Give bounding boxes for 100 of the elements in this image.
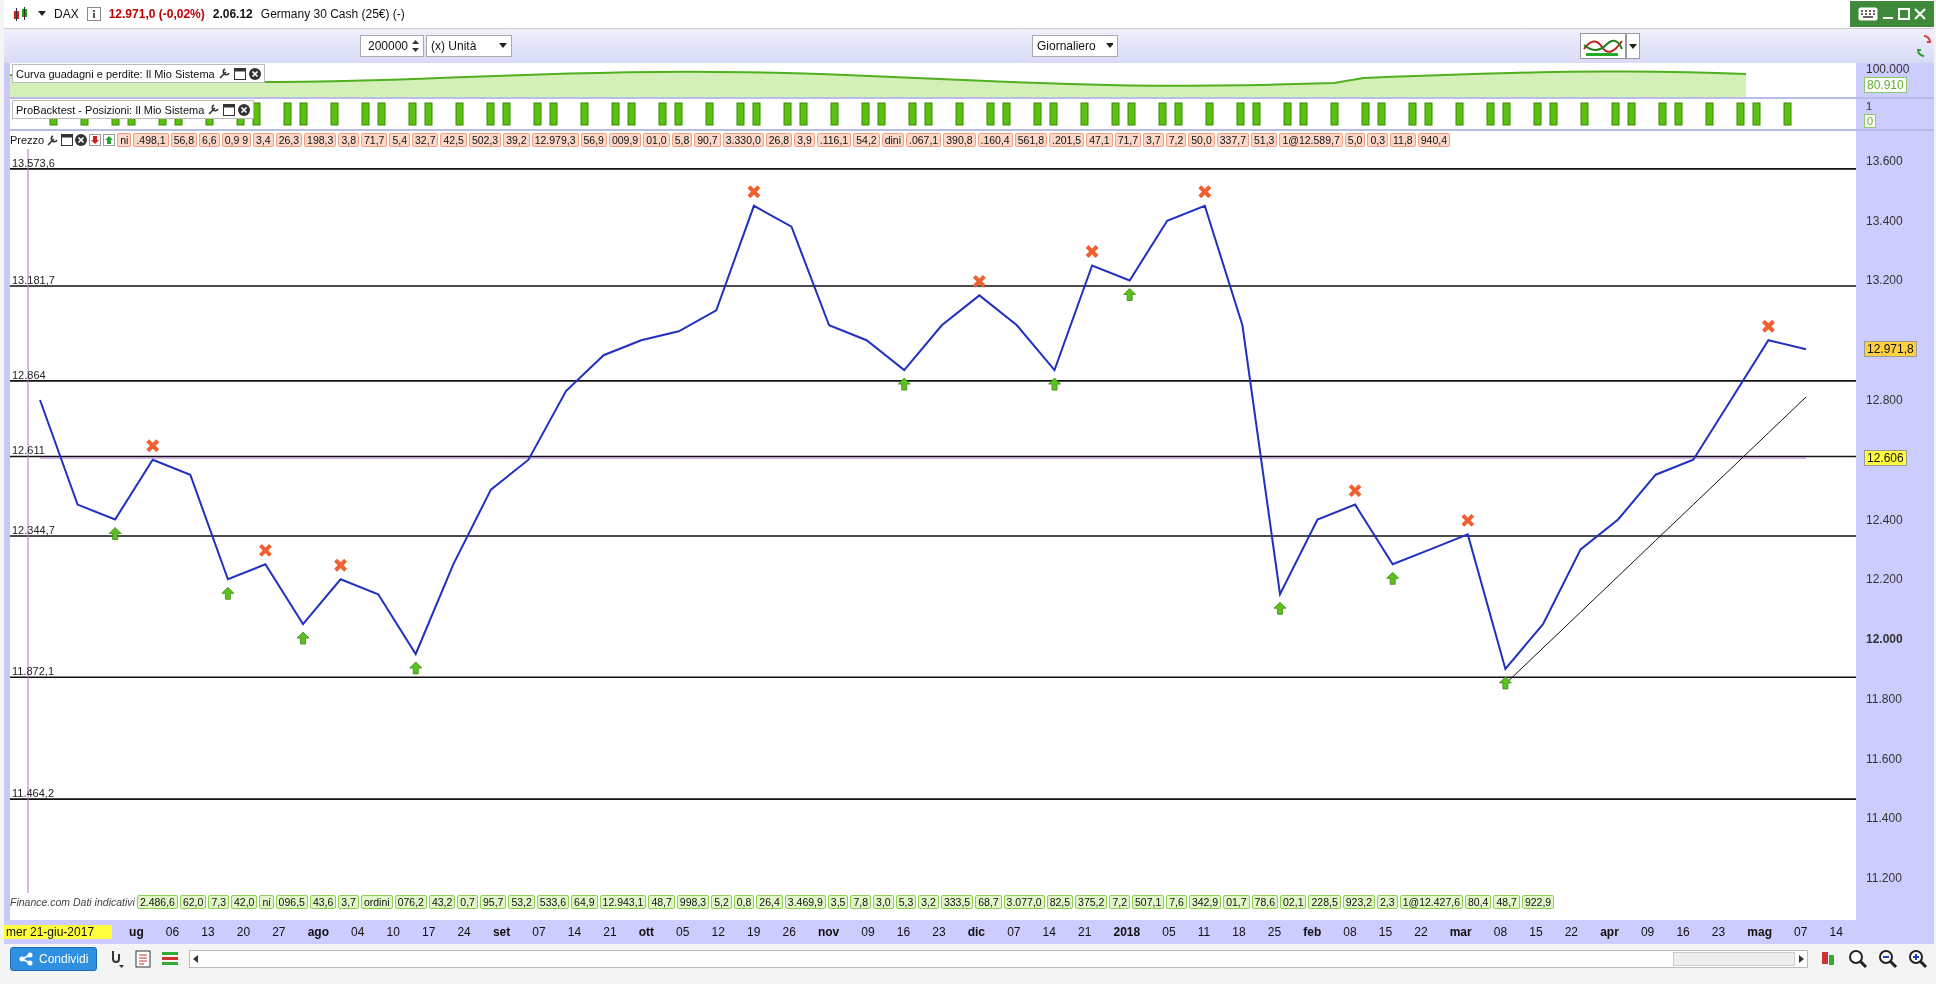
window-icon[interactable] <box>233 67 246 80</box>
order-label: 390,8 <box>943 133 976 147</box>
order-label: 01,7 <box>1223 895 1250 909</box>
quote-time: 2.06.12 <box>212 7 253 21</box>
data-source-note: Finance.com Dati indicativi <box>10 896 135 908</box>
close-icon[interactable] <box>238 103 251 116</box>
buy-arrow-icon <box>1499 676 1512 690</box>
bars-list-icon[interactable] <box>161 950 180 968</box>
order-label: 53,2 <box>508 895 535 909</box>
maximize-icon[interactable] <box>1898 8 1910 20</box>
axis-tick-label: 13.600 <box>1866 153 1903 168</box>
level-label: 11.464,2 <box>12 787 54 800</box>
level-label: 12.864 <box>12 368 46 381</box>
order-label: 7,8 <box>850 895 872 909</box>
time-axis-label: ott <box>638 925 654 939</box>
level-label: 13.573,6 <box>12 156 55 169</box>
order-label: 3,2 <box>918 895 939 909</box>
document-icon[interactable] <box>135 950 152 968</box>
time-axis-label: 16 <box>896 925 911 939</box>
order-label: 2,3 <box>1377 895 1398 909</box>
window-icon[interactable] <box>61 134 74 146</box>
time-axis-label: 14 <box>567 925 582 939</box>
symbol-name: DAX <box>54 7 79 21</box>
order-label: 3,4 <box>253 133 274 147</box>
panel-title: Prezzo <box>10 134 45 146</box>
axis-tick-label: 11.400 <box>1866 811 1902 826</box>
info-icon[interactable] <box>86 7 101 21</box>
time-axis-label: 16 <box>1676 925 1690 939</box>
wrench-icon[interactable] <box>46 133 60 147</box>
order-label: .116,1 <box>816 133 852 147</box>
order-label: 1@12.427,6 <box>1399 895 1463 909</box>
horizontal-scrollbar[interactable] <box>189 950 1808 968</box>
panel-title: ProBacktest - Posizioni: Il Mio Sistema <box>16 103 205 116</box>
time-axis-label: 10 <box>386 925 400 939</box>
order-label: 26,4 <box>756 895 783 909</box>
time-axis-label: 04 <box>351 925 365 939</box>
order-label: 5,4 <box>389 133 411 147</box>
time-axis-label: 23 <box>932 925 946 939</box>
buy-arrow-icon <box>409 661 423 675</box>
order-label: 47,1 <box>1086 133 1113 147</box>
level-label: 12.344,7 <box>12 524 55 536</box>
wrench-icon[interactable] <box>217 67 231 80</box>
axis-tick-label: 12.400 <box>1866 512 1903 527</box>
buy-arrow-icon[interactable] <box>103 134 116 146</box>
order-label: 198,3 <box>304 133 337 147</box>
caret-icon[interactable] <box>1626 33 1640 59</box>
time-axis-label: 09 <box>1640 925 1655 939</box>
zoom-out-icon[interactable] <box>1878 949 1898 969</box>
axis-tick-label: 12.200 <box>1866 572 1903 587</box>
sell-arrow-icon[interactable] <box>89 134 102 146</box>
order-label: 7,6 <box>1166 895 1187 909</box>
instrument-name: Germany 30 Cash (25€) (-) <box>260 7 405 21</box>
zoom-in-icon[interactable] <box>1908 949 1928 969</box>
unit-dropdown[interactable]: (x) Unità <box>426 35 512 57</box>
time-axis-label: 2018 <box>1113 925 1141 939</box>
order-label: 3.077,0 <box>1003 895 1045 909</box>
order-label: 3,7 <box>1143 133 1164 147</box>
caret-icon <box>1105 43 1113 49</box>
order-label: 337,7 <box>1216 133 1249 147</box>
order-label: 0,3 <box>1367 133 1389 147</box>
keyboard-icon[interactable] <box>1858 7 1878 21</box>
time-axis-label: 27 <box>272 925 286 939</box>
share-icon <box>19 952 33 966</box>
time-axis-label: 07 <box>1007 925 1021 939</box>
order-label: 26,3 <box>275 133 303 147</box>
close-icon[interactable] <box>75 134 88 146</box>
window-icon[interactable] <box>223 103 236 116</box>
order-label: 998,3 <box>676 895 710 909</box>
wrench-icon[interactable] <box>207 103 221 116</box>
zoom-fit-icon[interactable] <box>1848 949 1868 969</box>
close-icon[interactable] <box>248 67 261 80</box>
caret-icon[interactable] <box>38 11 46 17</box>
time-axis-label: 17 <box>421 925 436 939</box>
order-label: 0,8 <box>733 895 755 909</box>
axis-tick-label: 11.600 <box>1866 751 1902 766</box>
indicator-chart-icon[interactable] <box>1580 33 1626 59</box>
axis-tick-label: 13.400 <box>1866 213 1903 228</box>
candlestick-icon[interactable] <box>12 6 30 22</box>
time-axis-label: 19 <box>747 925 761 939</box>
time-axis-label: 22 <box>1414 925 1428 939</box>
time-axis-label: 07 <box>1794 925 1808 939</box>
order-label: 3.330,0 <box>722 133 764 147</box>
order-label: 71,7 <box>361 133 388 147</box>
order-label: 39,2 <box>503 133 530 147</box>
quantity-field[interactable]: 200000 <box>360 35 424 57</box>
time-axis-label: 15 <box>1378 925 1393 939</box>
spinner-icon[interactable] <box>412 39 419 53</box>
time-axis-label: 06 <box>165 925 180 939</box>
timeframe-dropdown[interactable]: Giornaliero <box>1032 35 1118 57</box>
order-label: .498,1 <box>133 133 169 147</box>
time-axis-label: mag <box>1747 925 1772 939</box>
order-label: 3,9 <box>794 133 815 147</box>
buy-arrow-icon <box>296 631 310 645</box>
order-label: ordini <box>360 895 393 909</box>
order-label: 48,7 <box>1493 895 1520 909</box>
buy-arrow-icon <box>1386 571 1400 585</box>
sell-cross-icon <box>972 274 987 289</box>
order-label: 32,7 <box>412 133 439 147</box>
sell-cross-icon <box>1348 483 1363 498</box>
axis-tick-label: 12.000 <box>1866 632 1903 646</box>
